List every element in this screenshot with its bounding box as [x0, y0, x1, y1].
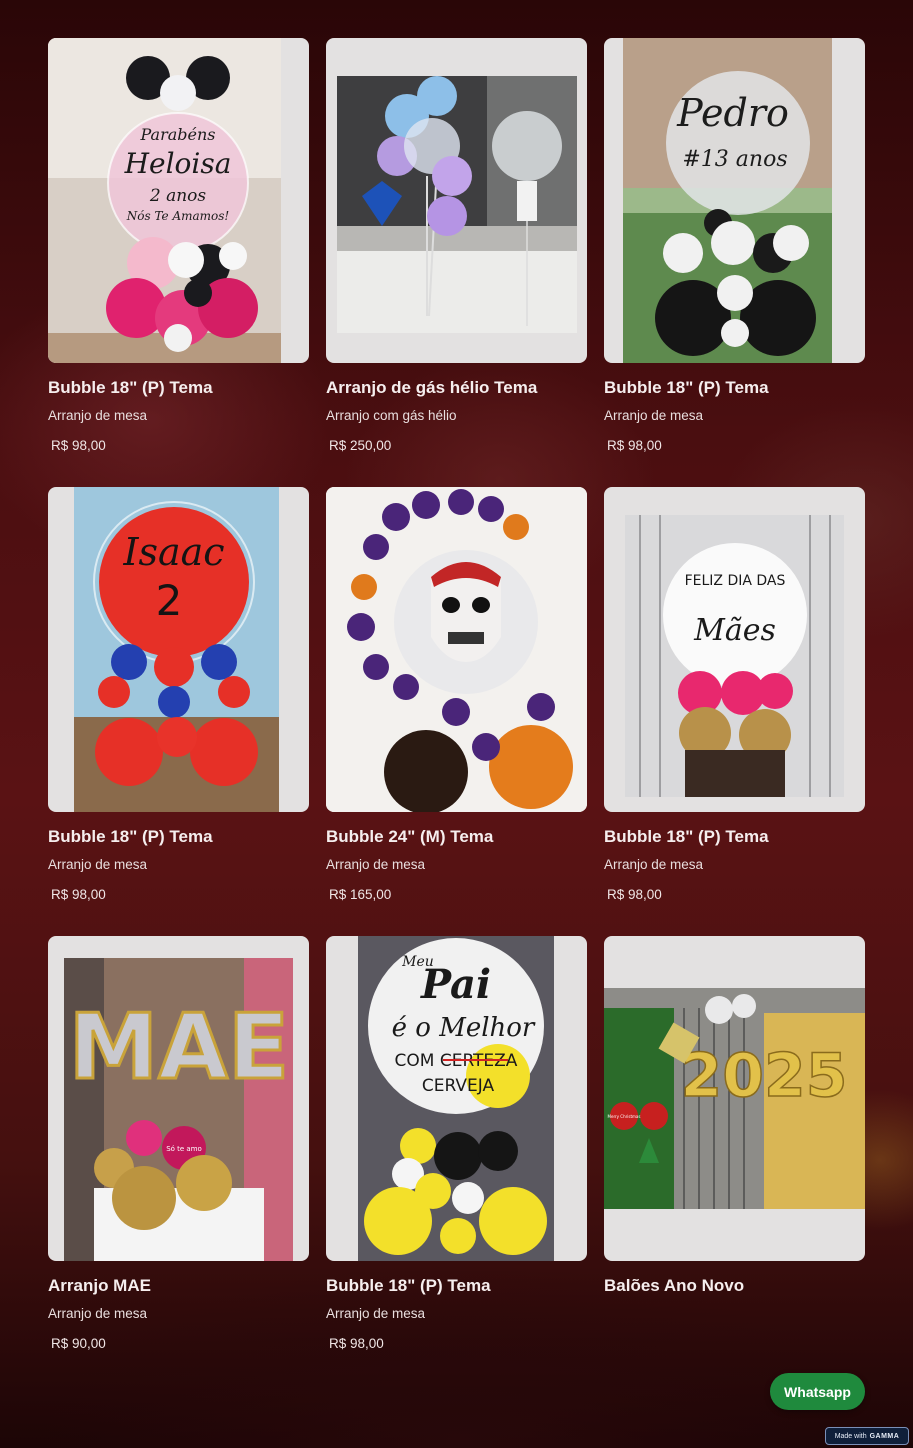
product-title: Arranjo MAE [48, 1276, 151, 1295]
balloon-text-1: Parabéns [140, 125, 216, 144]
product-title: Bubble 18" (P) Tema [326, 1276, 491, 1295]
balloon-text-4: Nós Te Amamos! [126, 209, 230, 223]
balloon-meu-pai-image: Meu Pai é o Melhor COM CERTEZA CERVEJA [358, 936, 554, 1261]
product-image-frame[interactable]: Pedro #13 anos [604, 38, 865, 363]
balloon-text-2: Mães [693, 613, 776, 648]
product-price: R$ 98,00 [607, 887, 662, 902]
product-card[interactable]: FELIZ DIA DAS Mães Bubble 18" (P) Tema A… [604, 487, 865, 904]
product-image-frame[interactable] [326, 487, 587, 812]
balloon-text-5: CERVEJA [422, 1076, 495, 1096]
product-price: R$ 98,00 [329, 1336, 384, 1351]
product-image-frame[interactable]: Isaac 2 [48, 487, 309, 812]
balloon-pedro-corinthians-image: Pedro #13 anos [623, 38, 832, 363]
balloon-text-3: é o Melhor [392, 1013, 536, 1043]
made-with-gamma-badge[interactable]: Made with GAMMA [825, 1427, 909, 1445]
balloon-helium-bouquet-image [337, 76, 577, 333]
balloon-text-1: 2025 [681, 1041, 848, 1111]
whatsapp-button[interactable]: Whatsapp [770, 1373, 865, 1410]
balloon-text-3: 2 anos [149, 186, 207, 206]
product-photo: Parabéns Heloisa 2 anos Nós Te Amamos! [48, 38, 281, 363]
balloon-isaac-spiderman-image: Isaac 2 [74, 487, 279, 812]
product-card[interactable]: Meu Pai é o Melhor COM CERTEZA CERVEJA B… [326, 936, 587, 1353]
product-image-frame[interactable]: MAE Só te amo [48, 936, 309, 1261]
balloon-text-1: Isaac [122, 530, 224, 574]
product-card[interactable]: Bubble 24" (M) Tema Arranjo de mesa R$ 1… [326, 487, 587, 904]
product-card[interactable]: Isaac 2 Bubble 18" (P) Tema Arranjo de m… [48, 487, 309, 904]
product-price: R$ 165,00 [329, 887, 392, 902]
product-image-frame[interactable]: 2025 Merry Christmas [604, 936, 865, 1261]
product-subtitle: Arranjo de mesa [326, 857, 426, 872]
product-price: R$ 98,00 [51, 438, 106, 453]
product-card[interactable]: 2025 Merry Christmas Balões Ano Novo [604, 936, 865, 1297]
product-title: Bubble 18" (P) Tema [604, 827, 769, 846]
product-title: Bubble 18" (P) Tema [48, 378, 213, 397]
balloon-dia-das-maes-image: FELIZ DIA DAS Mães [625, 515, 844, 797]
product-price: R$ 98,00 [51, 887, 106, 902]
product-subtitle: Arranjo de mesa [604, 857, 704, 872]
product-card[interactable]: Parabéns Heloisa 2 anos Nós Te Amamos! B… [48, 38, 309, 455]
product-subtitle: Arranjo de mesa [48, 408, 148, 423]
gamma-badge-prefix: Made with [834, 1432, 867, 1440]
product-image-frame[interactable] [326, 38, 587, 363]
product-subtitle: Arranjo com gás hélio [326, 408, 457, 423]
product-photo: Pedro #13 anos [623, 38, 832, 363]
product-photo: MAE Só te amo [64, 958, 293, 1261]
product-photo: Isaac 2 [74, 487, 279, 812]
product-title: Bubble 24" (M) Tema [326, 827, 494, 846]
product-card[interactable]: Arranjo de gás hélio Tema Arranjo com gá… [326, 38, 587, 455]
balloon-text-2: 2 [156, 576, 183, 625]
balloon-text-2: Só te amo [166, 1145, 202, 1153]
balloon-text-2: Pai [420, 961, 491, 1008]
product-image-frame[interactable]: FELIZ DIA DAS Mães [604, 487, 865, 812]
balloon-text-2: Heloisa [124, 147, 232, 180]
product-title: Balões Ano Novo [604, 1276, 745, 1295]
product-subtitle: Arranjo de mesa [48, 1306, 148, 1321]
product-price: R$ 90,00 [51, 1336, 106, 1351]
product-title: Arranjo de gás hélio Tema [326, 378, 538, 397]
balloon-text-1: MAE [69, 995, 290, 1100]
balloon-ano-novo-2025-image: 2025 Merry Christmas [604, 988, 865, 1209]
product-image-frame[interactable]: Meu Pai é o Melhor COM CERTEZA CERVEJA [326, 936, 587, 1261]
product-photo [337, 76, 577, 333]
product-image-frame[interactable]: Parabéns Heloisa 2 anos Nós Te Amamos! [48, 38, 309, 363]
balloon-heloisa-minnie-image: Parabéns Heloisa 2 anos Nós Te Amamos! [48, 38, 281, 363]
product-subtitle: Arranjo de mesa [326, 1306, 426, 1321]
product-card[interactable]: Pedro #13 anos Bubble 18" (P) Tema Arran… [604, 38, 865, 455]
balloon-text-2: Merry Christmas [608, 1114, 641, 1119]
gamma-logo-text: GAMMA [869, 1432, 900, 1440]
product-price: R$ 98,00 [607, 438, 662, 453]
product-title: Bubble 18" (P) Tema [48, 827, 213, 846]
balloon-text-1: FELIZ DIA DAS [685, 573, 786, 589]
product-photo: FELIZ DIA DAS Mães [625, 515, 844, 797]
product-photo: Meu Pai é o Melhor COM CERTEZA CERVEJA [358, 936, 554, 1261]
product-title: Bubble 18" (P) Tema [604, 378, 769, 397]
product-card[interactable]: MAE Só te amo Arranjo MAE Arranjo de mes… [48, 936, 309, 1353]
product-photo [326, 487, 587, 812]
product-price: R$ 250,00 [329, 438, 392, 453]
product-subtitle: Arranjo de mesa [48, 857, 148, 872]
balloon-halloween-skull-image [326, 487, 587, 812]
balloon-mae-letters-image: MAE Só te amo [64, 958, 293, 1261]
product-subtitle: Arranjo de mesa [604, 408, 704, 423]
product-photo: 2025 Merry Christmas [604, 988, 865, 1209]
balloon-text-1: Pedro [676, 91, 789, 135]
balloon-text-2: #13 anos [682, 147, 787, 172]
